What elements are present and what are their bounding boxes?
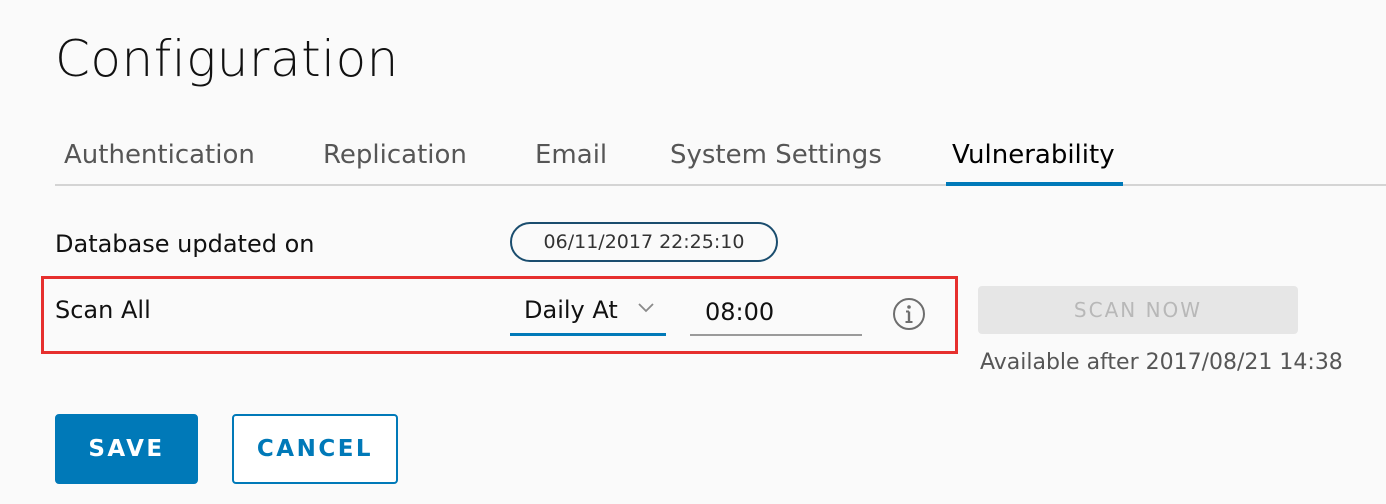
scan-now-button[interactable]: SCAN NOW — [978, 286, 1298, 334]
scan-all-label: Scan All — [55, 296, 151, 324]
tab-replication[interactable]: Replication — [323, 136, 467, 184]
scan-availability-text: Available after 2017/08/21 14:38 — [980, 350, 1343, 375]
info-circle-icon[interactable] — [892, 297, 926, 331]
cancel-button[interactable]: CANCEL — [232, 414, 398, 484]
schedule-select-value: Daily At — [524, 296, 618, 324]
tab-system-settings[interactable]: System Settings — [670, 136, 882, 184]
chevron-down-icon — [638, 303, 654, 313]
tab-authentication[interactable]: Authentication — [64, 136, 255, 184]
tab-bar: Authentication Replication Email System … — [55, 132, 1386, 186]
save-button[interactable]: SAVE — [55, 414, 198, 484]
tab-vulnerability[interactable]: Vulnerability — [946, 136, 1123, 186]
database-timestamp-badge: 06/11/2017 22:25:10 — [510, 222, 778, 262]
database-updated-label: Database updated on — [55, 230, 315, 258]
tab-email[interactable]: Email — [535, 136, 607, 184]
page-title: Configuration — [55, 30, 399, 88]
configuration-page: Configuration Authentication Replication… — [0, 0, 1386, 504]
scan-time-input[interactable] — [690, 290, 862, 336]
schedule-select[interactable]: Daily At — [510, 290, 666, 336]
